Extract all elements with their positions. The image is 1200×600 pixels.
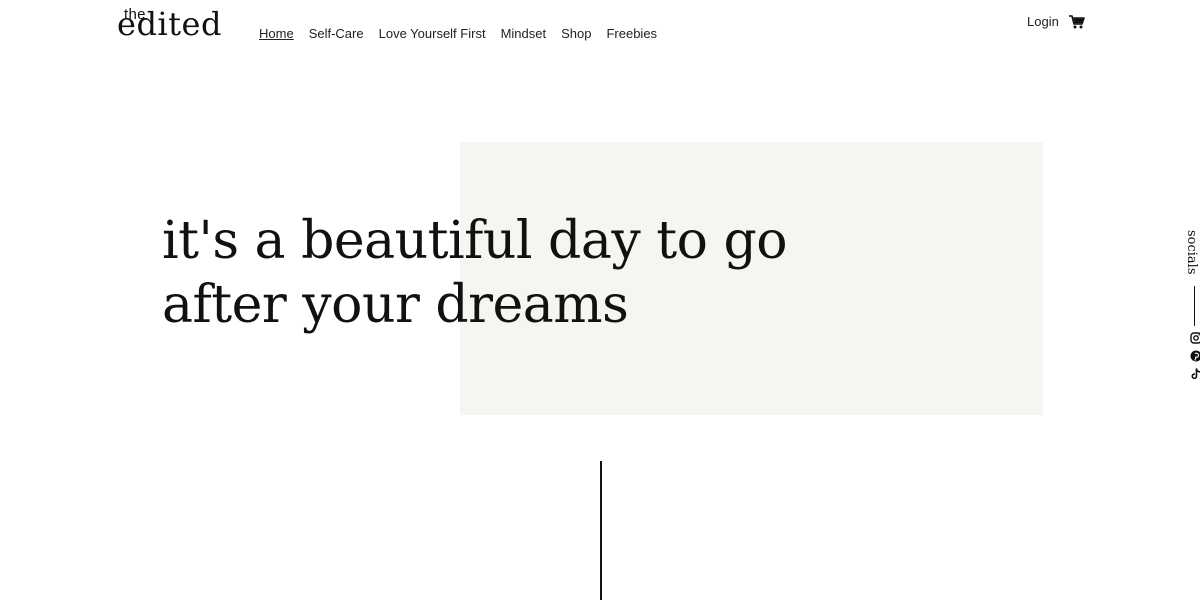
- vertical-divider: [600, 461, 602, 600]
- header-actions: Login: [1027, 14, 1085, 29]
- socials-divider: [1194, 286, 1195, 326]
- pinterest-icon[interactable]: [1190, 349, 1200, 362]
- nav-item-love-yourself-first[interactable]: Love Yourself First: [379, 26, 486, 42]
- nav-item-freebies[interactable]: Freebies: [606, 26, 657, 42]
- logo-edited-text: edited: [117, 5, 222, 43]
- nav-item-home[interactable]: Home: [259, 26, 294, 42]
- hero-title: it's a beautiful day to go after your dr…: [162, 211, 788, 335]
- nav-item-self-care[interactable]: Self-Care: [309, 26, 364, 42]
- socials-sidebar: socials: [1182, 226, 1200, 386]
- tiktok-icon[interactable]: [1190, 367, 1200, 380]
- main-nav: Home Self-Care Love Yourself First Minds…: [259, 26, 657, 42]
- shopping-cart-icon[interactable]: [1068, 14, 1085, 29]
- nav-item-mindset[interactable]: Mindset: [501, 26, 547, 42]
- login-link[interactable]: Login: [1027, 14, 1059, 29]
- site-logo[interactable]: the edited: [116, 4, 236, 48]
- nav-item-shop[interactable]: Shop: [561, 26, 591, 42]
- instagram-icon[interactable]: [1190, 331, 1200, 344]
- site-header: the edited Home Self-Care Love Yourself …: [0, 0, 1200, 60]
- socials-label: socials: [1184, 230, 1199, 275]
